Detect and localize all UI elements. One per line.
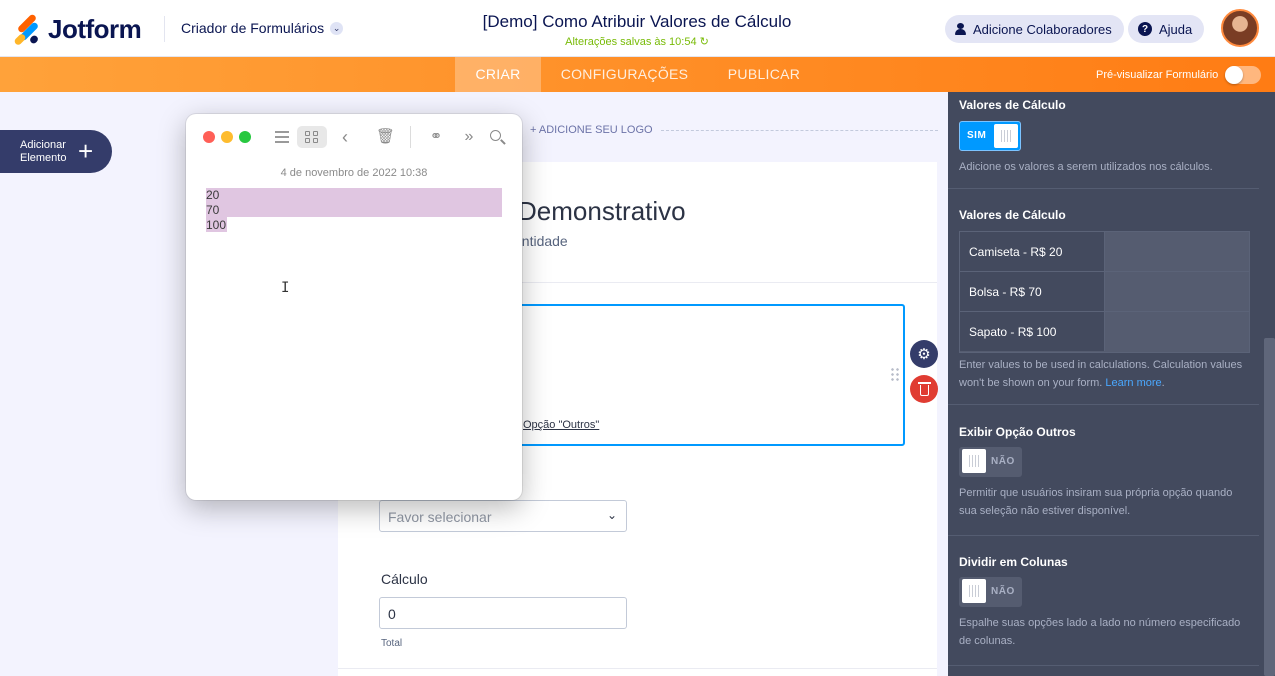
spread-columns-description: Espalhe suas opções lado a lado no númer… xyxy=(959,617,1241,647)
section-divider xyxy=(948,665,1259,666)
toggle-knob xyxy=(962,579,986,603)
save-status: Alterações salvas às 10:54 ↻ xyxy=(565,36,709,48)
calc-values-title: Valores de Cálculo xyxy=(959,208,1066,222)
calc-value-input[interactable] xyxy=(1105,232,1249,271)
properties-panel: Valores de Cálculo SIM Adicione os valor… xyxy=(948,92,1275,676)
add-collaborators-label: Adicione Colaboradores xyxy=(973,21,1112,37)
product-dropdown[interactable]: Favor selecionar ⌄ xyxy=(379,500,627,532)
user-avatar[interactable] xyxy=(1221,9,1259,47)
toolbar-separator xyxy=(410,126,411,148)
add-element-label: Adicionar Elemento xyxy=(20,139,67,164)
add-logo-divider xyxy=(660,129,938,131)
toggle-off-label: NÃO xyxy=(991,586,1015,597)
note-line[interactable]: 70 xyxy=(206,203,219,218)
chevron-down-icon: ⌄ xyxy=(330,21,344,35)
jotform-logo[interactable]: Jotform xyxy=(13,12,142,46)
toggle-off-label: NÃO xyxy=(991,456,1015,467)
plus-icon: + xyxy=(78,136,94,166)
preview-form-toggle[interactable] xyxy=(1225,66,1261,84)
field-divider-line xyxy=(338,668,937,669)
panel-scrollbar[interactable] xyxy=(1264,338,1275,676)
show-other-option-description: Permitir que usuários insiram sua própri… xyxy=(959,487,1233,517)
field-settings-button[interactable]: ⚙ xyxy=(910,340,938,368)
calc-option-label: Bolsa - R$ 70 xyxy=(960,272,1105,311)
note-line[interactable]: 100 xyxy=(206,218,226,233)
calc-values-toggle[interactable]: SIM xyxy=(959,121,1021,151)
jotform-logo-icon xyxy=(13,12,40,46)
chevron-down-icon: ⌄ xyxy=(606,508,617,522)
form-title-area: [Demo] Como Atribuir Valores de Cálculo … xyxy=(437,12,837,48)
trash-icon xyxy=(917,382,931,396)
section-divider xyxy=(948,535,1259,536)
calc-values-description-text: Enter values to be used in calculations.… xyxy=(959,359,1243,389)
drag-handle-icon[interactable] xyxy=(890,367,900,383)
add-collaborators-button[interactable]: Adicione Colaboradores xyxy=(945,15,1124,43)
delete-field-button[interactable] xyxy=(910,375,938,403)
calc-values-toggle-description: Adicione os valores a serem utilizados n… xyxy=(959,161,1213,173)
user-icon xyxy=(955,23,966,35)
notes-window[interactable]: ‹ 🗑 ⚭ » 4 de novembro de 2022 10:38 20 7… xyxy=(186,114,522,500)
spread-columns-toggle[interactable]: NÃO xyxy=(959,577,1022,607)
logo-text: Jotform xyxy=(48,14,142,44)
learn-more-link[interactable]: Learn more xyxy=(1105,377,1161,389)
tab-create[interactable]: CRIAR xyxy=(455,57,541,92)
header-divider xyxy=(164,16,165,42)
help-icon: ? xyxy=(1138,22,1152,36)
section-divider xyxy=(948,404,1259,405)
calc-values-row: Sapato - R$ 100 xyxy=(960,312,1249,352)
spread-columns-title: Dividir em Colunas xyxy=(959,555,1068,569)
tab-publish[interactable]: PUBLICAR xyxy=(708,57,820,92)
calc-values-table: Camiseta - R$ 20 Bolsa - R$ 70 Sapato - … xyxy=(959,231,1250,353)
calc-values-description: Enter values to be used in calculations.… xyxy=(959,359,1243,389)
search-icon[interactable] xyxy=(488,127,506,147)
note-date: 4 de novembro de 2022 10:38 xyxy=(280,167,428,179)
calc-option-label: Sapato - R$ 100 xyxy=(960,312,1105,351)
dropdown-placeholder: Favor selecionar xyxy=(388,509,492,525)
toggle-knob xyxy=(994,124,1018,148)
calc-option-label: Camiseta - R$ 20 xyxy=(960,232,1105,271)
gallery-view-icon[interactable] xyxy=(297,126,327,148)
calc-value-input[interactable] xyxy=(1105,312,1249,351)
trash-icon[interactable]: 🗑 xyxy=(376,127,395,147)
form-subheading[interactable]: antidade xyxy=(514,233,568,249)
form-builder-menu[interactable]: Criador de Formulários ⌄ xyxy=(181,20,344,36)
list-view-icon[interactable] xyxy=(272,127,292,147)
close-window-button[interactable] xyxy=(203,131,215,143)
toggle-on-label: SIM xyxy=(967,130,987,141)
text-cursor-icon: I xyxy=(281,280,290,296)
add-logo-link[interactable]: + ADICIONE SEU LOGO xyxy=(530,124,938,136)
help-button[interactable]: ? Ajuda xyxy=(1128,15,1205,43)
builder-nav: CRIAR CONFIGURAÇÕES PUBLICAR Pré-visuali… xyxy=(0,57,1275,92)
form-title[interactable]: [Demo] Como Atribuir Valores de Cálculo xyxy=(437,12,837,32)
tab-settings[interactable]: CONFIGURAÇÕES xyxy=(541,57,708,92)
add-logo-label: + ADICIONE SEU LOGO xyxy=(530,124,653,136)
other-option-link[interactable]: Opção "Outros" xyxy=(523,419,599,431)
minimize-window-button[interactable] xyxy=(221,131,233,143)
back-icon[interactable]: ‹ xyxy=(337,127,353,147)
calc-value-input[interactable] xyxy=(1105,272,1249,311)
calc-values-row: Bolsa - R$ 70 xyxy=(960,272,1249,312)
help-label: Ajuda xyxy=(1159,21,1193,37)
add-element-button[interactable]: Adicionar Elemento + xyxy=(0,130,112,173)
top-bar: Jotform Criador de Formulários ⌄ [Demo] … xyxy=(0,0,1275,57)
gear-icon: ⚙ xyxy=(917,346,931,363)
zoom-window-button[interactable] xyxy=(239,131,251,143)
more-icon[interactable]: » xyxy=(461,127,477,147)
show-other-option-title: Exibir Opção Outros xyxy=(959,425,1076,439)
calculation-label: Cálculo xyxy=(381,571,428,587)
calculation-input[interactable]: 0 xyxy=(379,597,627,629)
note-line[interactable]: 20 xyxy=(206,188,219,203)
share-icon[interactable]: ⚭ xyxy=(426,127,446,147)
section-divider xyxy=(948,188,1259,189)
form-heading[interactable]: Demonstrativo xyxy=(518,196,686,227)
calculation-sublabel: Total xyxy=(381,638,403,649)
preview-form-label: Pré-visualizar Formulário xyxy=(1096,69,1219,81)
form-builder-label: Criador de Formulários xyxy=(181,20,325,36)
show-other-option-toggle[interactable]: NÃO xyxy=(959,447,1022,477)
calc-values-toggle-title: Valores de Cálculo xyxy=(959,98,1066,112)
toggle-knob xyxy=(962,449,986,473)
text-selection-highlight xyxy=(206,188,502,217)
calc-values-row: Camiseta - R$ 20 xyxy=(960,232,1249,272)
